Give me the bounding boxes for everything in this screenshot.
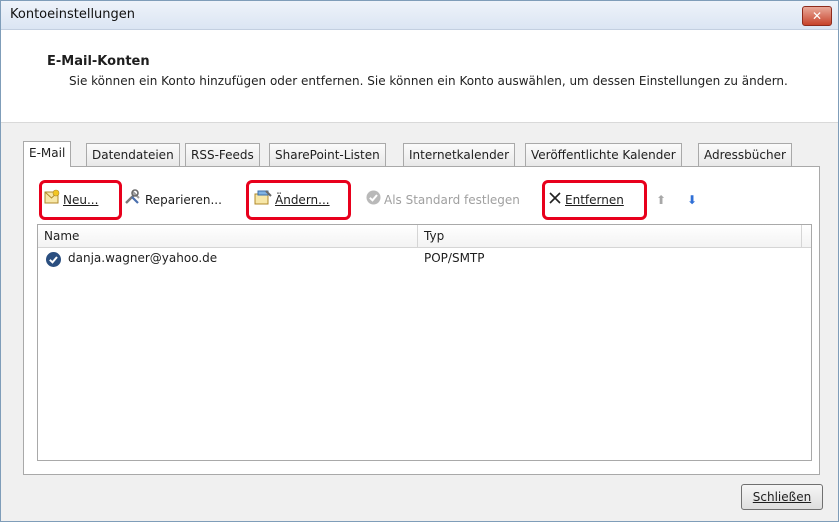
tab-published-calendars[interactable]: Veröffentlichte Kalender [525,143,682,166]
title-bar: Kontoeinstellungen ✕ [1,1,838,30]
repair-button-label: Reparieren... [145,193,222,207]
set-default-button[interactable]: Als Standard festlegen [366,189,520,211]
tab-email[interactable]: E-Mail [23,141,72,167]
close-button[interactable]: Schließen [741,484,823,510]
close-button-label: Schließen [752,490,812,504]
highlight-remove [542,180,647,220]
move-down-button[interactable]: ⬇ [687,189,697,211]
column-separator [417,225,418,247]
window-title: Kontoeinstellungen [10,7,136,22]
account-settings-window: Kontoeinstellungen ✕ E-Mail-Konten Sie k… [0,0,839,522]
default-account-check-icon [46,252,61,267]
tab-data-files[interactable]: Datendateien [86,143,180,166]
account-name: danja.wagner@yahoo.de [68,251,218,265]
highlight-new [39,180,122,220]
account-list: Name Typ danja.wagner@yahoo.de POP/SMTP [37,224,812,461]
arrow-up-icon: ⬆ [656,193,667,207]
tab-address-books[interactable]: Adressbücher [698,143,792,166]
highlight-change [246,180,351,220]
move-up-button[interactable]: ⬆ [656,189,666,211]
column-separator [801,225,802,247]
repair-tools-icon [124,189,142,212]
check-circle-icon [366,190,381,212]
account-type: POP/SMTP [424,251,485,265]
repair-button[interactable]: Reparieren... [124,189,222,211]
list-item[interactable]: danja.wagner@yahoo.de POP/SMTP [38,249,811,269]
list-header: Name Typ [38,225,811,248]
column-header-type[interactable]: Typ [424,229,444,243]
header-section: E-Mail-Konten Sie können ein Konto hinzu… [1,30,838,123]
set-default-label: Als Standard festlegen [384,193,520,207]
section-title: E-Mail-Konten [47,54,150,69]
close-window-button[interactable]: ✕ [802,6,832,26]
section-description: Sie können ein Konto hinzufügen oder ent… [69,74,788,88]
tab-rss-feeds[interactable]: RSS-Feeds [185,143,260,166]
email-tab-panel: Neu... Reparieren... Ändern... Als Stand… [23,166,820,475]
tab-sharepoint-lists[interactable]: SharePoint-Listen [269,143,386,166]
tab-internet-calendars[interactable]: Internetkalender [403,143,515,166]
arrow-down-icon: ⬇ [687,193,698,207]
column-header-name[interactable]: Name [44,229,79,243]
